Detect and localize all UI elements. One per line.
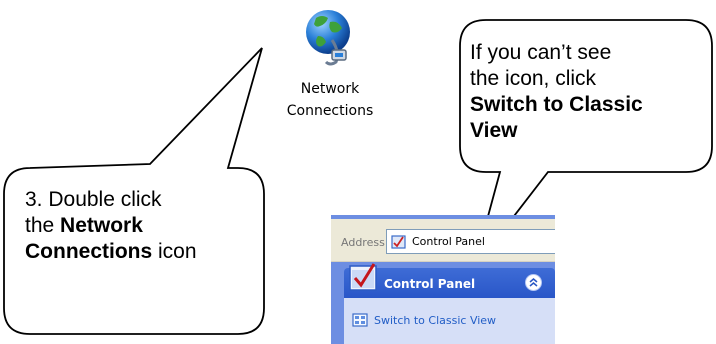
switch-to-classic-view-label: Switch to Classic View: [374, 314, 497, 327]
control-panel-small-icon: [391, 234, 407, 255]
callout-right-bold2: View: [470, 119, 518, 142]
control-panel-task-header: Control Panel: [344, 263, 555, 298]
globe-network-icon[interactable]: [302, 6, 358, 70]
control-panel-large-icon: [348, 260, 380, 299]
switch-view-icon: [352, 312, 370, 333]
callout-left-line1: 3. Double click: [25, 188, 162, 211]
callout-left-text: 3. Double click the Network Connections …: [25, 187, 255, 265]
address-value: Control Panel: [412, 235, 485, 248]
address-label: Address: [341, 236, 385, 249]
collapse-chevron-icon[interactable]: [525, 274, 542, 291]
callout-left-icon-word: icon: [152, 240, 197, 263]
icon-label-line2: Connections: [286, 103, 374, 119]
address-bar: Address Control Panel: [331, 219, 555, 262]
callout-left-bold-network: Network: [60, 214, 143, 237]
callout-right-bold1: Switch to Classic: [470, 93, 643, 116]
callout-left-the: the: [25, 214, 61, 237]
network-connections-icon-item[interactable]: Network Connections: [270, 6, 390, 122]
control-panel-title: Control Panel: [384, 277, 476, 291]
callout-right-text: If you can’t see the icon, click Switch …: [470, 40, 700, 144]
icon-label-line1: Network: [300, 81, 360, 97]
network-connections-label: Network Connections: [270, 78, 390, 122]
control-panel-window-fragment: Address Control Panel Control Panel Swit…: [331, 215, 555, 344]
control-panel-task-body: Switch to Classic View: [344, 298, 555, 344]
callout-right-line2: the icon, click: [470, 67, 597, 90]
callout-right-line1: If you can’t see: [470, 41, 612, 64]
callout-left-bold-connections: Connections: [25, 240, 153, 263]
address-field[interactable]: Control Panel: [386, 229, 555, 254]
